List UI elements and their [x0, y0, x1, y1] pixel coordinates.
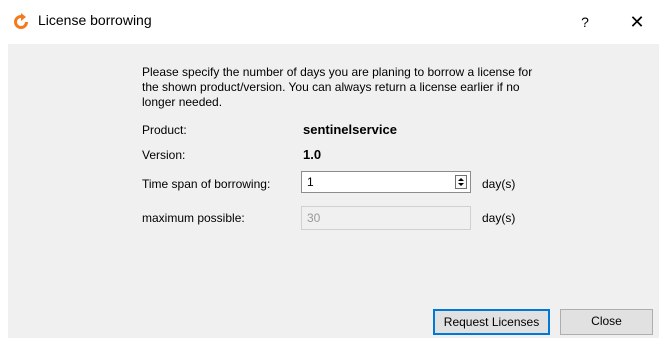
request-licenses-button[interactable]: Request Licenses — [433, 309, 550, 335]
max-label: maximum possible: — [142, 211, 245, 225]
spin-up-icon[interactable] — [458, 178, 464, 181]
window-close-button[interactable]: ✕ — [622, 7, 652, 37]
refresh-arrow-icon — [14, 13, 28, 29]
intro-text: Please specify the number of days you ar… — [142, 65, 533, 109]
spin-down-icon[interactable] — [458, 183, 464, 186]
window-title: License borrowing — [38, 12, 152, 28]
version-value: 1.0 — [303, 147, 322, 162]
max-days-field: 30 — [301, 206, 471, 230]
max-unit: day(s) — [482, 211, 516, 225]
version-label: Version: — [142, 148, 186, 162]
help-button[interactable]: ? — [570, 7, 600, 37]
timespan-label: Time span of borrowing: — [142, 177, 271, 191]
max-value: 30 — [307, 211, 321, 225]
spin-arrows[interactable] — [455, 175, 467, 189]
timespan-spinbox[interactable]: 1 — [301, 171, 471, 193]
timespan-unit: day(s) — [482, 177, 516, 191]
close-button[interactable]: Close — [560, 309, 653, 335]
title-bar: License borrowing ? ✕ — [0, 0, 659, 44]
product-value: sentinelservice — [303, 122, 397, 137]
timespan-value: 1 — [307, 175, 314, 189]
product-label: Product: — [142, 123, 187, 137]
